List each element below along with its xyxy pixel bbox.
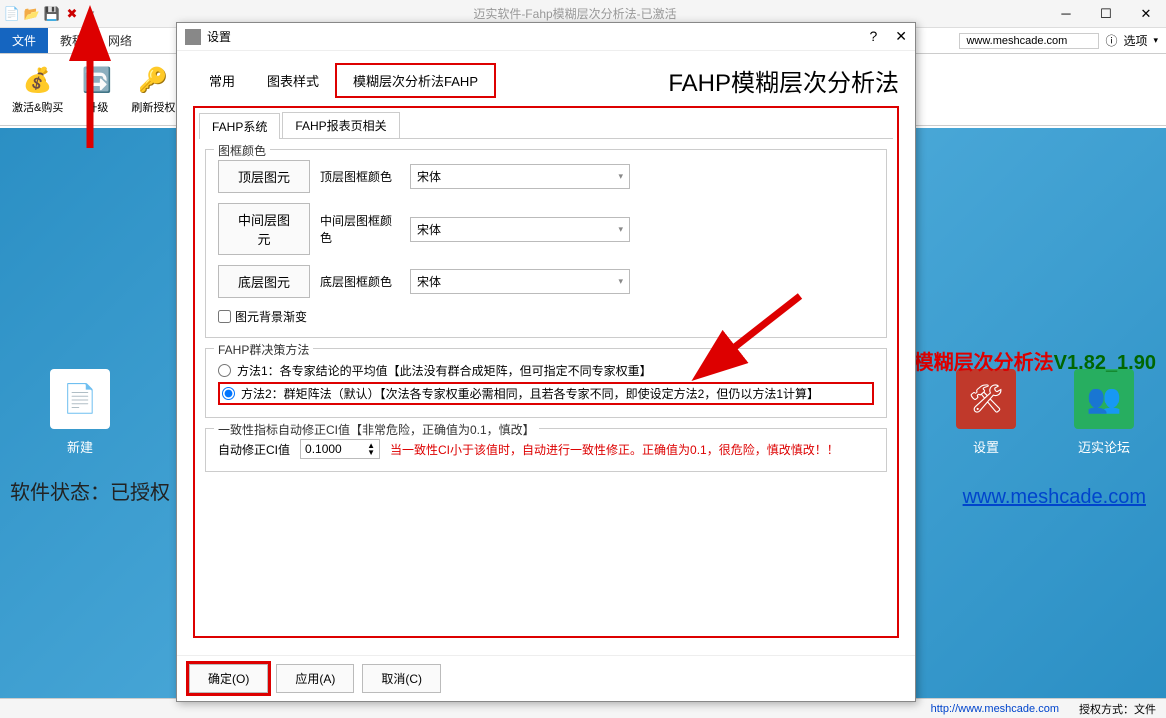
dialog-close-button[interactable]: ✕: [895, 28, 907, 45]
website-link[interactable]: www.meshcade.com: [963, 486, 1146, 509]
bot-color-label: 底层图框颜色: [320, 273, 400, 290]
method2-radio[interactable]: 方法2：群矩阵法（默认）【次法各专家权重必需相同，且若各专家不同，即使设定方法2…: [218, 382, 874, 405]
frame-color-fieldset: 图框颜色 顶层图元 顶层图框颜色 宋体 中间层图元 中间层图框颜色 宋体 底层图…: [205, 149, 887, 338]
refresh-auth-button[interactable]: 🔑 刷新授权: [123, 58, 183, 121]
mid-layer-button[interactable]: 中间层图元: [218, 203, 310, 255]
settings-panel: FAHP系统 FAHP报表页相关 图框颜色 顶层图元 顶层图框颜色 宋体 中间层…: [193, 106, 899, 638]
cancel-button[interactable]: 取消(C): [362, 664, 441, 693]
tab-file[interactable]: 文件: [0, 28, 48, 53]
upgrade-icon: 🔄: [81, 65, 113, 97]
dropdown-icon[interactable]: ▾: [84, 6, 100, 22]
bg-gradient-checkbox[interactable]: 图元背景渐变: [218, 308, 874, 325]
key-icon: 🔑: [137, 65, 169, 97]
settings-icon[interactable]: ✖: [64, 6, 80, 22]
version-text: 模糊层次分析法V1.82_1.90: [914, 346, 1156, 375]
apply-button[interactable]: 应用(A): [276, 664, 354, 693]
ci-spinner[interactable]: 0.1000▲▼: [300, 439, 380, 459]
tools-icon: 🛠: [956, 369, 1016, 429]
top-font-combo[interactable]: 宋体: [410, 164, 630, 189]
money-icon: 💰: [22, 65, 54, 97]
ci-label: 自动修正CI值: [218, 441, 290, 458]
method1-radio[interactable]: 方法1：各专家结论的平均值【此法没有群合成矩阵，但可指定不同专家权重】: [218, 359, 874, 382]
url-input[interactable]: [959, 33, 1099, 49]
mid-color-label: 中间层图框颜色: [320, 212, 400, 246]
close-button[interactable]: ✕: [1126, 2, 1166, 26]
app-title: 迈实软件-Fahp模糊层次分析法-已激活: [104, 5, 1046, 22]
dialog-help-button[interactable]: ?: [869, 28, 877, 45]
new-file-icon[interactable]: 📄: [4, 6, 20, 22]
forum-icon: 👥: [1074, 369, 1134, 429]
bot-layer-button[interactable]: 底层图元: [218, 265, 310, 298]
options-dropdown-icon[interactable]: ▾: [1153, 35, 1158, 46]
top-tab-fahp[interactable]: 模糊层次分析法FAHP: [335, 63, 496, 98]
dialog-heading: FAHP模糊层次分析法: [668, 63, 899, 98]
dialog-title-bar: 设置 ? ✕: [177, 23, 915, 51]
tile-settings[interactable]: 🛠 设置: [936, 362, 1036, 462]
group-method-fieldset: FAHP群决策方法 方法1：各专家结论的平均值【此法没有群合成矩阵，但可指定不同…: [205, 348, 887, 418]
tab-tutorial[interactable]: 教程: [48, 28, 96, 53]
tab-network[interactable]: 网络: [96, 28, 144, 53]
top-tab-common[interactable]: 常用: [193, 65, 251, 96]
sub-tab-report[interactable]: FAHP报表页相关: [282, 112, 399, 138]
ci-fieldset: 一致性指标自动修正CI值【非常危险，正确值为0.1，慎改】 自动修正CI值 0.…: [205, 428, 887, 472]
tile-new[interactable]: 📄 新建: [30, 362, 130, 462]
activate-button[interactable]: 💰 激活&购买: [4, 58, 71, 121]
ci-warning: 当一致性CI小于该值时，自动进行一致性修正。正确值为0.1，很危险，慎改慎改！！: [390, 441, 839, 458]
bot-font-combo[interactable]: 宋体: [410, 269, 630, 294]
open-file-icon[interactable]: 📂: [24, 6, 40, 22]
upgrade-button[interactable]: 🔄 升级: [73, 58, 121, 121]
info-icon[interactable]: ⓘ: [1105, 32, 1117, 49]
minimize-button[interactable]: ─: [1046, 2, 1086, 26]
dialog-title: 设置: [207, 28, 231, 45]
save-icon[interactable]: 💾: [44, 6, 60, 22]
software-status: 软件状态：已授权: [10, 476, 170, 505]
tile-forum[interactable]: 👥 迈实论坛: [1054, 362, 1154, 462]
options-label[interactable]: 选项: [1123, 32, 1147, 49]
statusbar-url[interactable]: http://www.meshcade.com: [931, 703, 1059, 715]
top-tab-chart-style[interactable]: 图表样式: [251, 65, 335, 96]
dialog-icon: [185, 29, 201, 45]
mid-font-combo[interactable]: 宋体: [410, 217, 630, 242]
maximize-button[interactable]: ☐: [1086, 2, 1126, 26]
new-doc-icon: 📄: [50, 369, 110, 429]
top-layer-button[interactable]: 顶层图元: [218, 160, 310, 193]
settings-dialog: 设置 ? ✕ 常用 图表样式 模糊层次分析法FAHP FAHP模糊层次分析法 F…: [176, 22, 916, 702]
dialog-footer: 确定(O) 应用(A) 取消(C): [177, 655, 915, 701]
sub-tab-system[interactable]: FAHP系统: [199, 113, 280, 139]
dialog-top-tabs: 常用 图表样式 模糊层次分析法FAHP FAHP模糊层次分析法: [193, 63, 899, 98]
top-color-label: 顶层图框颜色: [320, 168, 400, 185]
ok-button[interactable]: 确定(O): [189, 664, 268, 693]
auth-method: 授权方式：文件: [1079, 701, 1156, 717]
